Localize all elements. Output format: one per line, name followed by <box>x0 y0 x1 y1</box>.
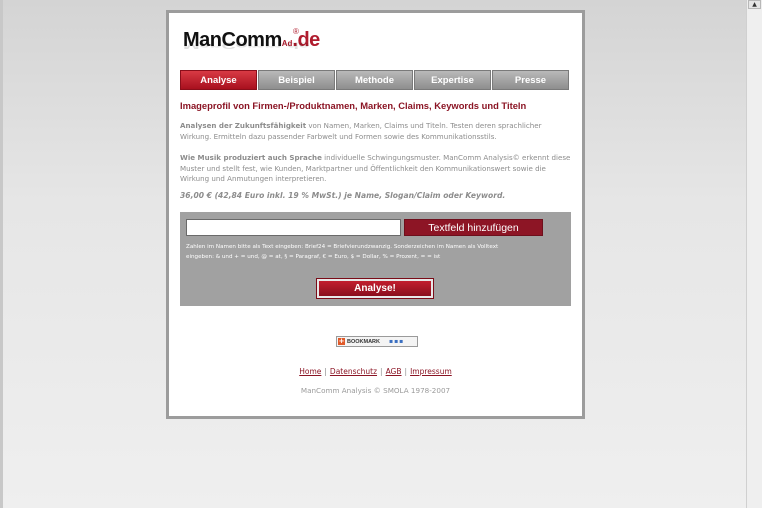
tab-expertise[interactable]: Expertise <box>414 70 491 90</box>
footer-separator: | <box>404 367 408 376</box>
scroll-up-arrow-icon[interactable]: ▲ <box>748 0 761 9</box>
footer-links: Home | Datenschutz | AGB | Impressum <box>169 367 582 376</box>
tab-methode[interactable]: Methode <box>336 70 413 90</box>
registered-mark: ® <box>293 27 299 36</box>
footer-link-impressum[interactable]: Impressum <box>410 367 452 376</box>
footer-link-home[interactable]: Home <box>299 367 321 376</box>
tab-analyse[interactable]: Analyse <box>180 70 257 90</box>
add-textfield-button[interactable]: Textfeld hinzufügen <box>404 219 543 236</box>
page-heading: Imageprofil von Firmen-/Produktnamen, Ma… <box>180 100 527 111</box>
social-bookmark-icons: ▪▪▪ <box>389 338 405 345</box>
analyse-submit-button[interactable]: Analyse! <box>316 278 434 299</box>
vertical-scrollbar[interactable]: ▲ <box>746 0 762 508</box>
tab-presse[interactable]: Presse <box>492 70 569 90</box>
hint-line-2: eingeben: & und + = und, @ = at, § = Par… <box>186 254 441 260</box>
input-hint: Zahlen im Namen bitte als Text eingeben:… <box>186 242 556 262</box>
tab-beispiel[interactable]: Beispiel <box>258 70 335 90</box>
price-text: 36,00 € (42,84 Euro inkl. 19 % MwSt.) je… <box>180 191 506 200</box>
intro-bold: Analysen der Zukunftsfähigkeit <box>180 121 307 130</box>
footer-separator: | <box>324 367 327 376</box>
bookmark-label: BOOKMARK <box>347 339 380 345</box>
bookmark-button[interactable]: + BOOKMARK ▪▪▪ <box>336 336 418 347</box>
copyright-text: ManComm Analysis © SMOLA 1978-2007 <box>300 386 451 395</box>
main-panel: ManCommAd.de ® ManComm.de Analyse Beispi… <box>166 10 585 419</box>
footer-separator: | <box>380 367 383 376</box>
analysis-form: Textfeld hinzufügen Zahlen im Namen bitt… <box>180 212 571 306</box>
window-left-edge <box>0 0 3 508</box>
footer-link-datenschutz[interactable]: Datenschutz <box>330 367 377 376</box>
intro-paragraph: Analysen der Zukunftsfähigkeit von Namen… <box>180 121 572 142</box>
music-bold: Wie Musik produziert auch Sprache <box>180 153 322 162</box>
plus-icon: + <box>338 337 345 345</box>
music-paragraph: Wie Musik produziert auch Sprache indivi… <box>180 153 572 185</box>
footer-link-agb[interactable]: AGB <box>386 367 402 376</box>
mancomm-logo[interactable]: ManCommAd.de ® ManComm.de <box>183 27 333 59</box>
name-input[interactable] <box>186 219 401 236</box>
hint-line-1: Zahlen im Namen bitte als Text eingeben:… <box>186 244 499 250</box>
logo-reflection: ManComm.de <box>183 40 310 50</box>
